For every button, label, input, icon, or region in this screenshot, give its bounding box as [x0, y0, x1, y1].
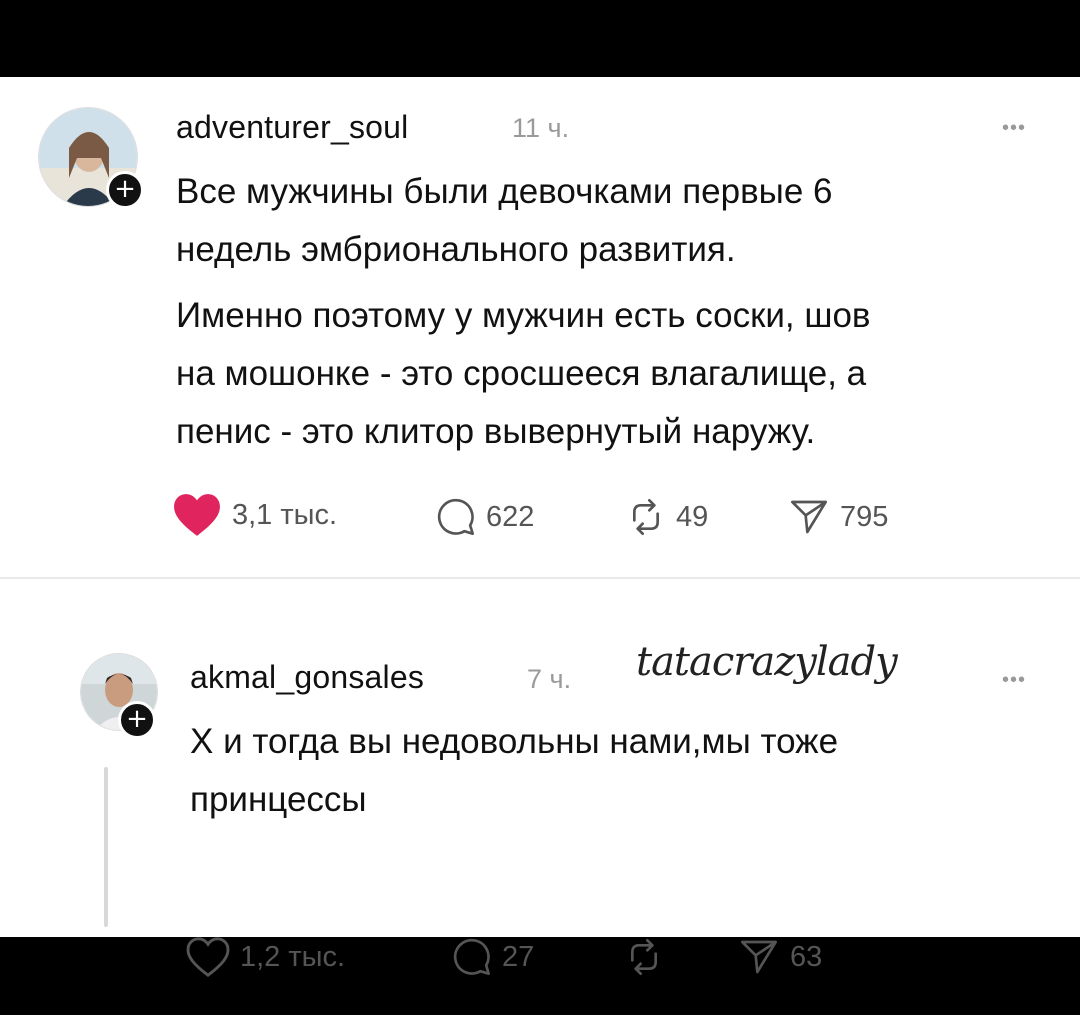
share-count: 63: [790, 940, 823, 973]
post-text-paragraph-2: Именно поэтому у мужчин есть соски, шов …: [176, 287, 1056, 461]
post-1: + adventurer_soul 11 ч. ••• Все мужчины …: [0, 77, 1080, 577]
comment-icon: [453, 938, 490, 975]
text-line: на мошонке - это сросшееся влагалище, а: [176, 354, 867, 393]
comment-count: 622: [486, 500, 535, 533]
thread-line: [104, 767, 108, 927]
comment-button[interactable]: 622: [436, 497, 534, 537]
timestamp: 7 ч.: [527, 664, 572, 694]
like-count: 1,2 тыс.: [240, 940, 346, 973]
repost-icon: [631, 939, 657, 975]
text-line: Именно поэтому у мужчин есть соски, шов: [176, 296, 871, 335]
share-count: 795: [840, 500, 889, 533]
heart-icon: [186, 937, 230, 977]
username[interactable]: adventurer_soul: [176, 109, 408, 146]
more-icon[interactable]: •••: [1002, 117, 1026, 140]
like-button[interactable]: 1,2 тыс.: [186, 937, 345, 977]
username[interactable]: akmal_gonsales: [190, 659, 424, 696]
follow-plus-icon[interactable]: +: [118, 701, 156, 739]
share-button[interactable]: 795: [788, 497, 888, 537]
repost-icon: [633, 499, 659, 535]
text-line: принцессы: [190, 780, 367, 819]
post-2: + akmal_gonsales 7 ч. tatacrazylady ••• …: [0, 637, 1080, 977]
share-icon: [791, 500, 827, 534]
like-button[interactable]: 3,1 тыс.: [172, 492, 337, 538]
timestamp: 11 ч.: [512, 113, 570, 143]
comment-icon: [437, 498, 474, 535]
post-text: Х и тогда вы недовольны нами,мы тоже при…: [190, 713, 1060, 829]
threads-card: + adventurer_soul 11 ч. ••• Все мужчины …: [0, 77, 1080, 977]
more-icon[interactable]: •••: [1002, 669, 1026, 692]
repost-count: 49: [676, 500, 709, 533]
follow-plus-icon[interactable]: +: [106, 171, 144, 209]
heart-icon: [174, 494, 220, 536]
like-count: 3,1 тыс.: [232, 498, 338, 531]
text-line: пенис - это клитор вывернутый наружу.: [176, 412, 816, 451]
share-button[interactable]: 63: [738, 937, 822, 977]
repost-button[interactable]: 49: [626, 497, 708, 537]
comment-count: 27: [502, 940, 535, 973]
text-line: Х и тогда вы недовольны нами,мы тоже: [190, 722, 839, 761]
comment-button[interactable]: 27: [452, 937, 534, 977]
text-line: Все мужчины были девочками первые 6: [176, 172, 833, 211]
divider: [0, 577, 1080, 579]
post-text: Все мужчины были девочками первые 6 неде…: [176, 163, 1056, 279]
repost-button[interactable]: [624, 937, 674, 977]
watermark: tatacrazylady: [636, 639, 898, 685]
text-line: недель эмбрионального развития.: [176, 230, 736, 269]
share-icon: [741, 940, 777, 974]
